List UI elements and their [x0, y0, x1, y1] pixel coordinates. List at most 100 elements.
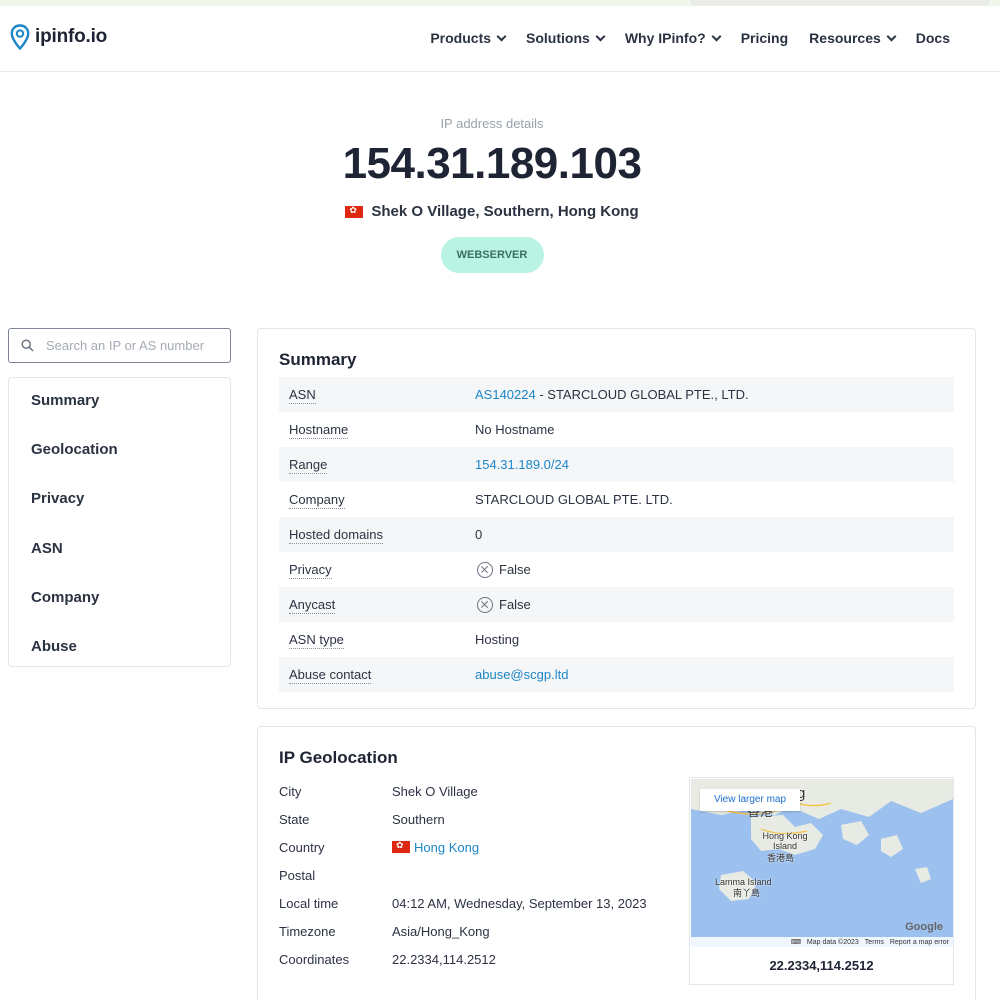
map-label-lamma-cn: 南丫島: [733, 888, 761, 898]
row-value: False: [475, 561, 531, 578]
location-pin-icon: [10, 24, 30, 50]
map-footer: ⌨ Map data ©2023 Terms Report a map erro…: [691, 937, 953, 947]
nav-docs[interactable]: Docs: [916, 30, 950, 46]
map-coordinates: 22.2334,114.2512: [769, 958, 874, 973]
row-key: Company: [279, 492, 475, 509]
map-view[interactable]: g 香港 Hong Kong Island 香港島 Lamma Island 南…: [691, 779, 953, 947]
row-value-text: AS140224 - STARCLOUD GLOBAL PTE., LTD.: [475, 387, 749, 402]
search-input[interactable]: [46, 338, 221, 353]
geo-row-local-time: Local time 04:12 AM, Wednesday, Septembe…: [279, 889, 647, 917]
anycast-value: False: [499, 597, 531, 612]
summary-row-privacy: Privacy False: [279, 552, 954, 587]
geolocation-title: IP Geolocation: [279, 748, 398, 767]
geo-row-timezone: Timezone Asia/Hong_Kong: [279, 917, 647, 945]
summary-row-hostname: Hostname No Hostname: [279, 412, 954, 447]
summary-row-abuse-contact: Abuse contact abuse@scgp.ltd: [279, 657, 954, 692]
city-value: Shek O Village: [392, 783, 478, 799]
chevron-down-icon: [886, 31, 897, 41]
site-header: ipinfo.io Products Solutions Why IPinfo?…: [0, 6, 1000, 72]
geo-row-coordinates: Coordinates 22.2334,114.2512: [279, 945, 647, 973]
view-larger-map-button[interactable]: View larger map: [700, 789, 800, 811]
sidenav-item-geolocation[interactable]: Geolocation: [9, 441, 230, 490]
chevron-down-icon: [496, 31, 507, 41]
row-key-label: Company: [289, 492, 345, 509]
hero-location-text: Shek O Village, Southern, Hong Kong: [371, 203, 639, 220]
chevron-down-icon: [711, 31, 722, 41]
state-value: Southern: [392, 811, 445, 827]
timezone-value: Asia/Hong_Kong: [392, 923, 490, 939]
row-value: False: [475, 596, 531, 613]
map-label-hk-island-cn: 香港島: [767, 853, 795, 863]
nav-label: Docs: [915, 30, 950, 46]
keyboard-icon[interactable]: ⌨: [791, 938, 801, 946]
sidenav-item-privacy[interactable]: Privacy: [9, 490, 230, 539]
search-icon: [21, 339, 34, 352]
ip-hero: IP address details 154.31.189.103 Shek O…: [0, 116, 984, 273]
row-key: ASN type: [279, 632, 475, 649]
map-terms-link[interactable]: Terms: [865, 939, 884, 946]
local-time-value: 04:12 AM, Wednesday, September 13, 2023: [392, 895, 647, 911]
row-key-label: Privacy: [289, 562, 332, 579]
geo-row-state: State Southern: [279, 805, 647, 833]
geo-key: Timezone: [279, 923, 336, 939]
row-value: abuse@scgp.ltd: [475, 667, 568, 682]
nav-solutions[interactable]: Solutions: [526, 30, 606, 46]
range-link[interactable]: 154.31.189.0/24: [475, 457, 569, 472]
summary-title: Summary: [279, 350, 357, 369]
asn-name: - STARCLOUD GLOBAL PTE., LTD.: [535, 387, 749, 402]
nav-pricing[interactable]: Pricing: [741, 30, 788, 46]
summary-row-range: Range 154.31.189.0/24: [279, 447, 954, 482]
search-box[interactable]: [8, 328, 231, 363]
row-key-label: Anycast: [289, 597, 336, 614]
row-key-label: Hosted domains: [289, 527, 383, 544]
privacy-value: False: [499, 562, 531, 577]
row-value: AS140224 - STARCLOUD GLOBAL PTE., LTD.: [475, 387, 749, 402]
nav-why-ipinfo[interactable]: Why IPinfo?: [625, 30, 722, 46]
logo[interactable]: ipinfo.io: [10, 24, 107, 50]
nav-label: Pricing: [740, 30, 789, 46]
geo-key: Country: [279, 839, 325, 855]
x-circle-icon: [477, 596, 493, 613]
geo-row-city: City Shek O Village: [279, 777, 647, 805]
map-data-credit: Map data ©2023: [806, 938, 859, 946]
row-key: ASN: [279, 387, 475, 404]
row-value: 154.31.189.0/24: [475, 457, 569, 472]
map-label-hk-island: Hong Kong Island: [762, 831, 808, 851]
asn-link[interactable]: AS140224: [475, 387, 536, 402]
abuse-email-link[interactable]: abuse@scgp.ltd: [475, 667, 568, 682]
section-sidenav: Summary Geolocation Privacy ASN Company …: [8, 377, 231, 667]
summary-row-asn-type: ASN type Hosting: [279, 622, 954, 657]
geolocation-card: IP Geolocation City Shek O Village State…: [257, 726, 976, 1000]
hong-kong-flag-icon: [392, 840, 410, 853]
summary-table: ASN AS140224 - STARCLOUD GLOBAL PTE., LT…: [279, 377, 954, 692]
country-link[interactable]: Hong Kong: [414, 840, 479, 855]
nav-label: Resources: [809, 30, 881, 46]
row-key: Anycast: [279, 597, 475, 614]
geo-row-country: Country Hong Kong: [279, 833, 647, 861]
map-widget: g 香港 Hong Kong Island 香港島 Lamma Island 南…: [689, 777, 954, 985]
map-report-error-link[interactable]: Report a map error: [890, 939, 949, 946]
map-label-lamma: Lamma Island: [715, 877, 772, 887]
sidenav-item-summary[interactable]: Summary: [9, 392, 230, 441]
summary-row-anycast: Anycast False: [279, 587, 954, 622]
nav-resources[interactable]: Resources: [809, 30, 897, 46]
sidenav-item-asn[interactable]: ASN: [9, 540, 230, 589]
x-circle-icon: [477, 561, 493, 578]
summary-row-hosted-domains: Hosted domains 0: [279, 517, 954, 552]
geo-key: Coordinates: [279, 951, 350, 967]
geo-key: Postal: [279, 867, 316, 883]
nav-label: Solutions: [526, 30, 590, 46]
row-key: Privacy: [279, 562, 475, 579]
company-value: STARCLOUD GLOBAL PTE. LTD.: [475, 492, 673, 507]
nav-products[interactable]: Products: [430, 30, 507, 46]
webserver-badge: WEBSERVER: [440, 237, 544, 273]
asn-type-value: Hosting: [475, 632, 520, 647]
hosted-domains-value: 0: [475, 527, 483, 542]
row-key: Hosted domains: [279, 527, 475, 544]
sidenav-item-abuse[interactable]: Abuse: [9, 638, 230, 687]
sidenav-item-company[interactable]: Company: [9, 589, 230, 638]
row-key-label: Range: [289, 457, 328, 474]
google-logo: Google: [905, 921, 943, 933]
row-key: Abuse contact: [279, 667, 475, 684]
geo-key: City: [279, 783, 302, 799]
